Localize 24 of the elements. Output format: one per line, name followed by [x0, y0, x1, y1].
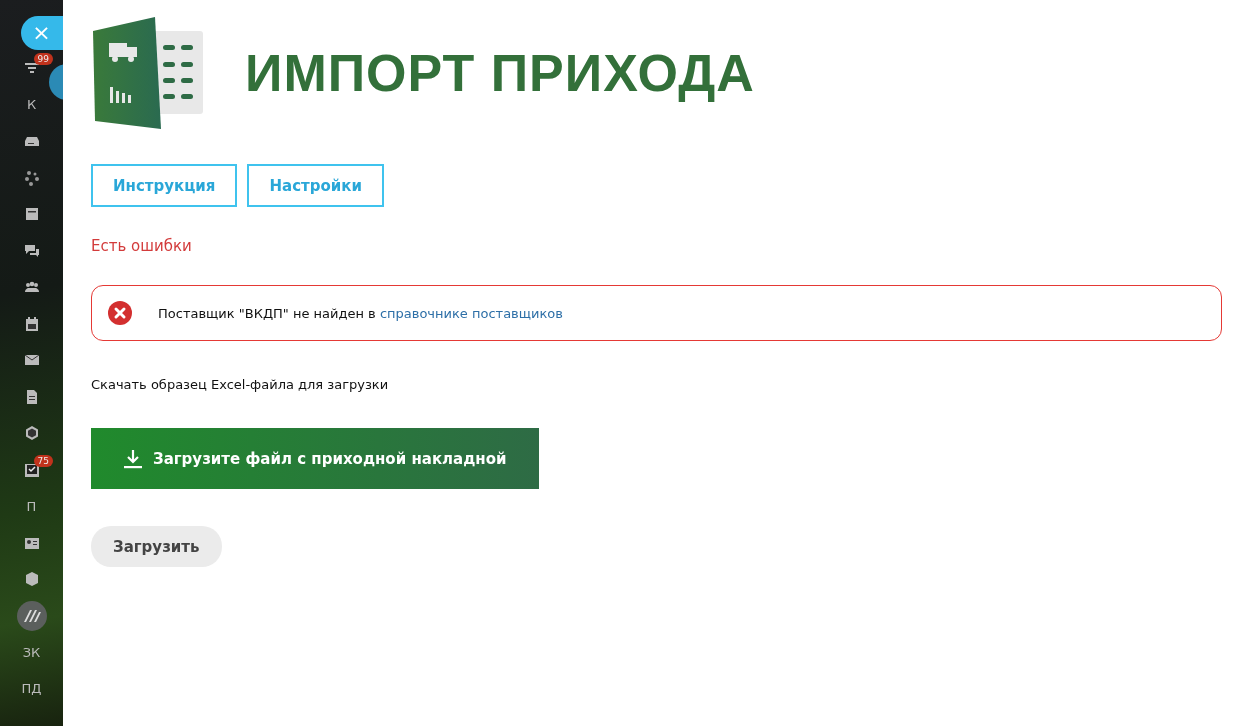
sample-download-link[interactable]: Скачать образец Excel-файла для загрузки — [91, 377, 389, 392]
sidebar-item[interactable]: К — [9, 86, 54, 123]
calendar-icon[interactable] — [23, 315, 40, 332]
cube-icon[interactable] — [23, 571, 40, 588]
chat-icon[interactable] — [23, 242, 40, 259]
sidebar-item[interactable]: ЗК — [9, 634, 54, 671]
hexagon-icon[interactable] — [23, 425, 40, 442]
error-icon — [108, 301, 132, 325]
logo-icon[interactable] — [16, 600, 47, 631]
window-icon[interactable] — [23, 206, 40, 223]
error-message: Поставщик "ВКДП" не найден в справочнике поставщиков — [158, 305, 563, 321]
sidebar-item[interactable]: П — [9, 488, 54, 525]
notification-badge: 75 — [33, 454, 53, 467]
submit-button[interactable]: Загрузить — [91, 526, 222, 567]
dots-icon[interactable] — [23, 169, 40, 186]
notification-badge: 99 — [33, 53, 53, 65]
error-status-text: Есть ошибки — [91, 237, 192, 255]
upload-file-button[interactable]: Загрузите файл с приходной накладной — [91, 428, 539, 489]
spreadsheet-logo-icon — [91, 17, 203, 129]
checkbox-icon[interactable] — [23, 461, 40, 478]
page-title: ИМПОРТ ПРИХОДА — [245, 43, 755, 103]
download-icon — [123, 448, 143, 469]
sidebar-item[interactable]: ПД — [9, 670, 54, 707]
suppliers-link[interactable]: справочнике поставщиков — [379, 305, 563, 321]
